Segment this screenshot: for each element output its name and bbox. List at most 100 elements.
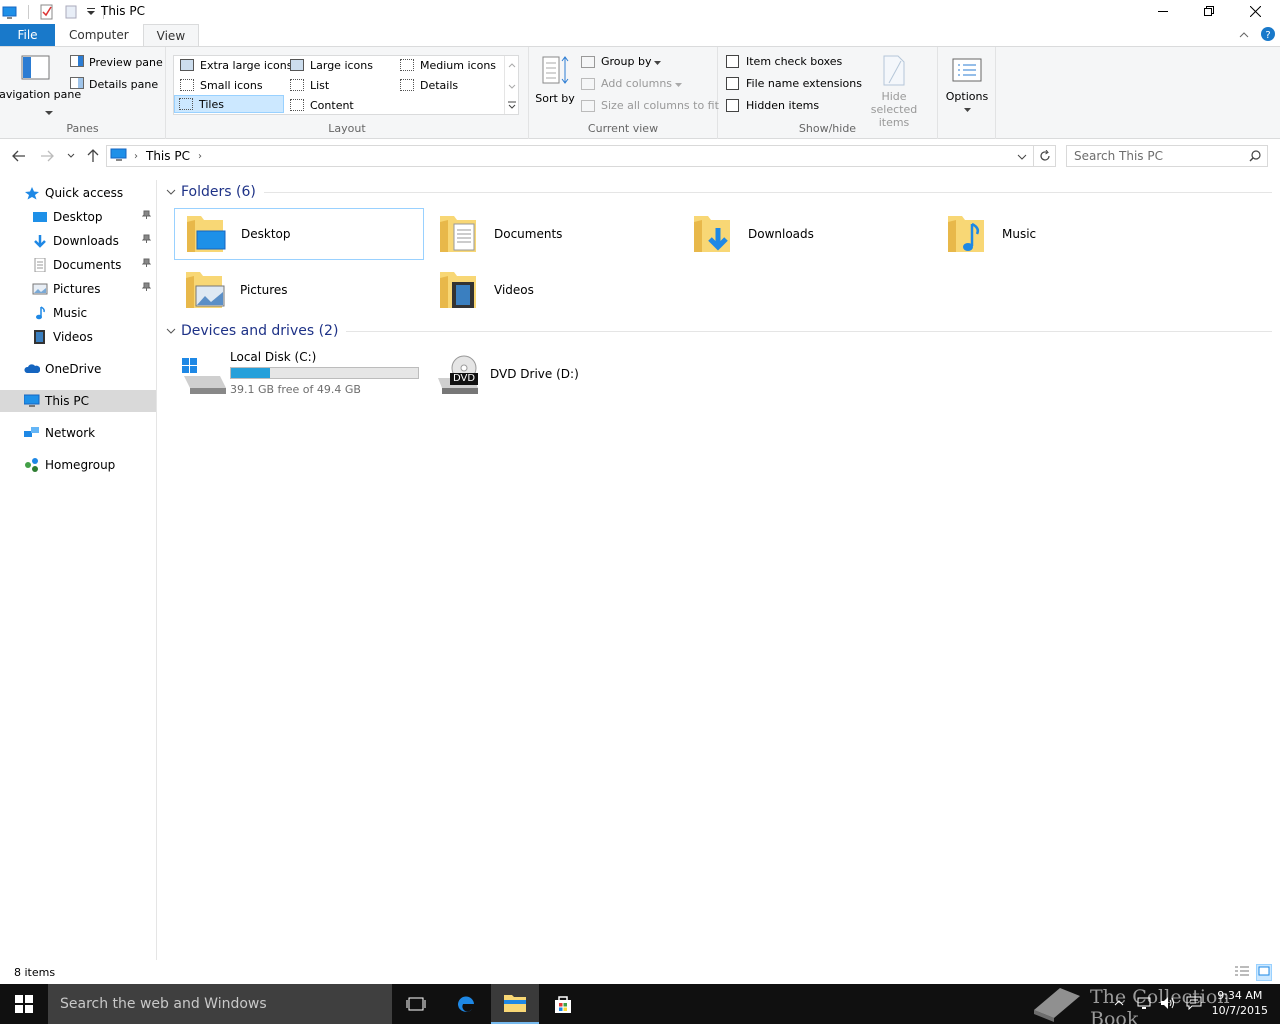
pin-icon[interactable] [141, 234, 152, 247]
refresh-icon [1039, 150, 1050, 161]
gallery-scrollbar[interactable] [504, 56, 518, 114]
tab-computer[interactable]: Computer [55, 24, 143, 46]
sidebar-item-documents[interactable]: Documents [0, 254, 156, 276]
address-bar[interactable]: › This PC › [106, 145, 1034, 167]
task-view-button[interactable] [392, 984, 440, 1024]
title-bar: This PC [0, 0, 1280, 24]
sidebar-item-downloads[interactable]: Downloads [0, 230, 156, 252]
checkbox[interactable] [726, 55, 739, 68]
computer-icon [23, 394, 40, 408]
navigation-pane-button[interactable]: Navigation pane [0, 55, 81, 101]
folder-tile-videos[interactable]: Videos [428, 264, 678, 316]
up-button[interactable] [82, 146, 104, 166]
search-box[interactable]: Search This PC [1066, 145, 1268, 167]
sidebar-item-homegroup[interactable]: Homegroup [0, 454, 156, 476]
drives-section-header[interactable]: Devices and drives (2) [166, 323, 1272, 339]
options-button[interactable]: Options [944, 55, 990, 116]
search-icon[interactable] [1249, 150, 1261, 165]
action-center-icon[interactable] [1186, 996, 1202, 1013]
sidebar-item-desktop[interactable]: Desktop [0, 206, 156, 228]
checkbox[interactable] [726, 99, 739, 112]
file-explorer-button[interactable] [491, 984, 539, 1024]
details-view-icon[interactable] [1234, 965, 1250, 980]
item-check-boxes-toggle[interactable]: Item check boxes [726, 55, 842, 68]
computer-icon[interactable] [2, 4, 18, 20]
recent-locations-button[interactable] [61, 146, 81, 166]
sort-by-button[interactable]: Sort by [535, 55, 575, 105]
size-all-columns-button[interactable]: Size all columns to fit [581, 99, 719, 112]
layout-content[interactable]: Content [286, 96, 354, 114]
layout-medium-icons[interactable]: Medium icons [396, 56, 496, 74]
sidebar-item-network[interactable]: Network [0, 422, 156, 444]
restore-button[interactable] [1186, 0, 1232, 22]
arrow-left-icon [12, 150, 25, 162]
drive-tile-local-disk[interactable]: Local Disk (C:) 39.1 GB free of 49.4 GB [174, 346, 424, 402]
search-input[interactable]: Search This PC [1074, 149, 1163, 163]
layout-extra-large-icons[interactable]: Extra large icons [176, 56, 292, 74]
network-status-icon[interactable] [1136, 996, 1152, 1013]
checkbox[interactable] [726, 77, 739, 90]
group-by-button[interactable]: Group by [581, 55, 662, 68]
folder-tile-pictures[interactable]: Pictures [174, 264, 424, 316]
folder-tile-music[interactable]: Music [936, 208, 1186, 260]
back-button[interactable] [8, 146, 30, 166]
minimize-button[interactable] [1140, 0, 1186, 22]
preview-pane-button[interactable]: Preview pane [70, 55, 163, 70]
folder-tile-desktop[interactable]: Desktop [174, 208, 424, 260]
add-columns-button[interactable]: Add columns [581, 77, 683, 90]
drive-tile-dvd[interactable]: DVD DVD Drive (D:) [428, 346, 678, 402]
video-icon [32, 330, 48, 344]
arrow-up-icon [87, 149, 99, 162]
sidebar-item-quick-access[interactable]: Quick access [0, 182, 156, 204]
sidebar-item-videos[interactable]: Videos [0, 326, 156, 348]
edge-button[interactable] [442, 984, 490, 1024]
layout-option-label: Extra large icons [200, 58, 293, 72]
layout-large-icons[interactable]: Large icons [286, 56, 373, 74]
large-icons-view-icon[interactable] [1256, 964, 1272, 981]
address-history-button[interactable] [1017, 150, 1027, 164]
folder-tile-documents[interactable]: Documents [428, 208, 678, 260]
store-button[interactable] [539, 984, 587, 1024]
folders-section-header[interactable]: Folders (6) [166, 184, 1272, 200]
navigation-bar: › This PC › Search This PC [0, 140, 1280, 172]
layout-list[interactable]: List [286, 76, 329, 94]
pin-icon[interactable] [141, 210, 152, 223]
sidebar-item-pictures[interactable]: Pictures [0, 278, 156, 300]
sidebar-item-this-pc[interactable]: This PC [0, 390, 156, 412]
drive-free-space: 39.1 GB free of 49.4 GB [230, 383, 361, 396]
hide-selected-items-button[interactable]: Hide selected items [858, 55, 930, 129]
size-all-columns-label: Size all columns to fit [601, 99, 719, 112]
clock[interactable]: 9:34 AM 10/7/2015 [1212, 988, 1268, 1018]
start-button[interactable] [0, 984, 48, 1024]
sidebar-item-music[interactable]: Music [0, 302, 156, 324]
sidebar-item-onedrive[interactable]: OneDrive [0, 358, 156, 380]
breadcrumb-separator[interactable]: › [134, 151, 138, 162]
forward-button[interactable] [36, 146, 58, 166]
properties-icon[interactable] [39, 4, 55, 20]
file-name-extensions-toggle[interactable]: File name extensions [726, 77, 862, 90]
pin-icon[interactable] [141, 258, 152, 271]
breadcrumb-this-pc[interactable]: This PC [146, 149, 190, 163]
hidden-items-toggle[interactable]: Hidden items [726, 99, 819, 112]
layout-details[interactable]: Details [396, 76, 458, 94]
taskbar-search-input[interactable]: Search the web and Windows [48, 984, 392, 1024]
layout-small-icons[interactable]: Small icons [176, 76, 263, 94]
breadcrumb-separator[interactable]: › [198, 151, 202, 162]
layout-tiles[interactable]: Tiles [174, 95, 284, 113]
refresh-button[interactable] [1034, 145, 1056, 167]
close-button[interactable] [1232, 0, 1278, 22]
folder-tile-downloads[interactable]: Downloads [682, 208, 932, 260]
pin-icon[interactable] [141, 282, 152, 295]
tab-file[interactable]: File [0, 24, 55, 46]
details-pane-button[interactable]: Details pane [70, 77, 158, 92]
customize-qat-icon[interactable] [85, 4, 97, 20]
tab-view[interactable]: View [142, 24, 200, 47]
help-icon[interactable]: ? [1261, 26, 1275, 44]
show-hide-group: Item check boxes File name extensions Hi… [718, 47, 938, 139]
folder-label: Videos [494, 283, 534, 297]
homegroup-icon [24, 458, 40, 472]
new-folder-icon[interactable] [63, 4, 79, 20]
volume-icon[interactable] [1160, 996, 1176, 1013]
show-hidden-icons[interactable] [1114, 996, 1124, 1010]
chevron-up-icon[interactable] [1239, 28, 1249, 42]
